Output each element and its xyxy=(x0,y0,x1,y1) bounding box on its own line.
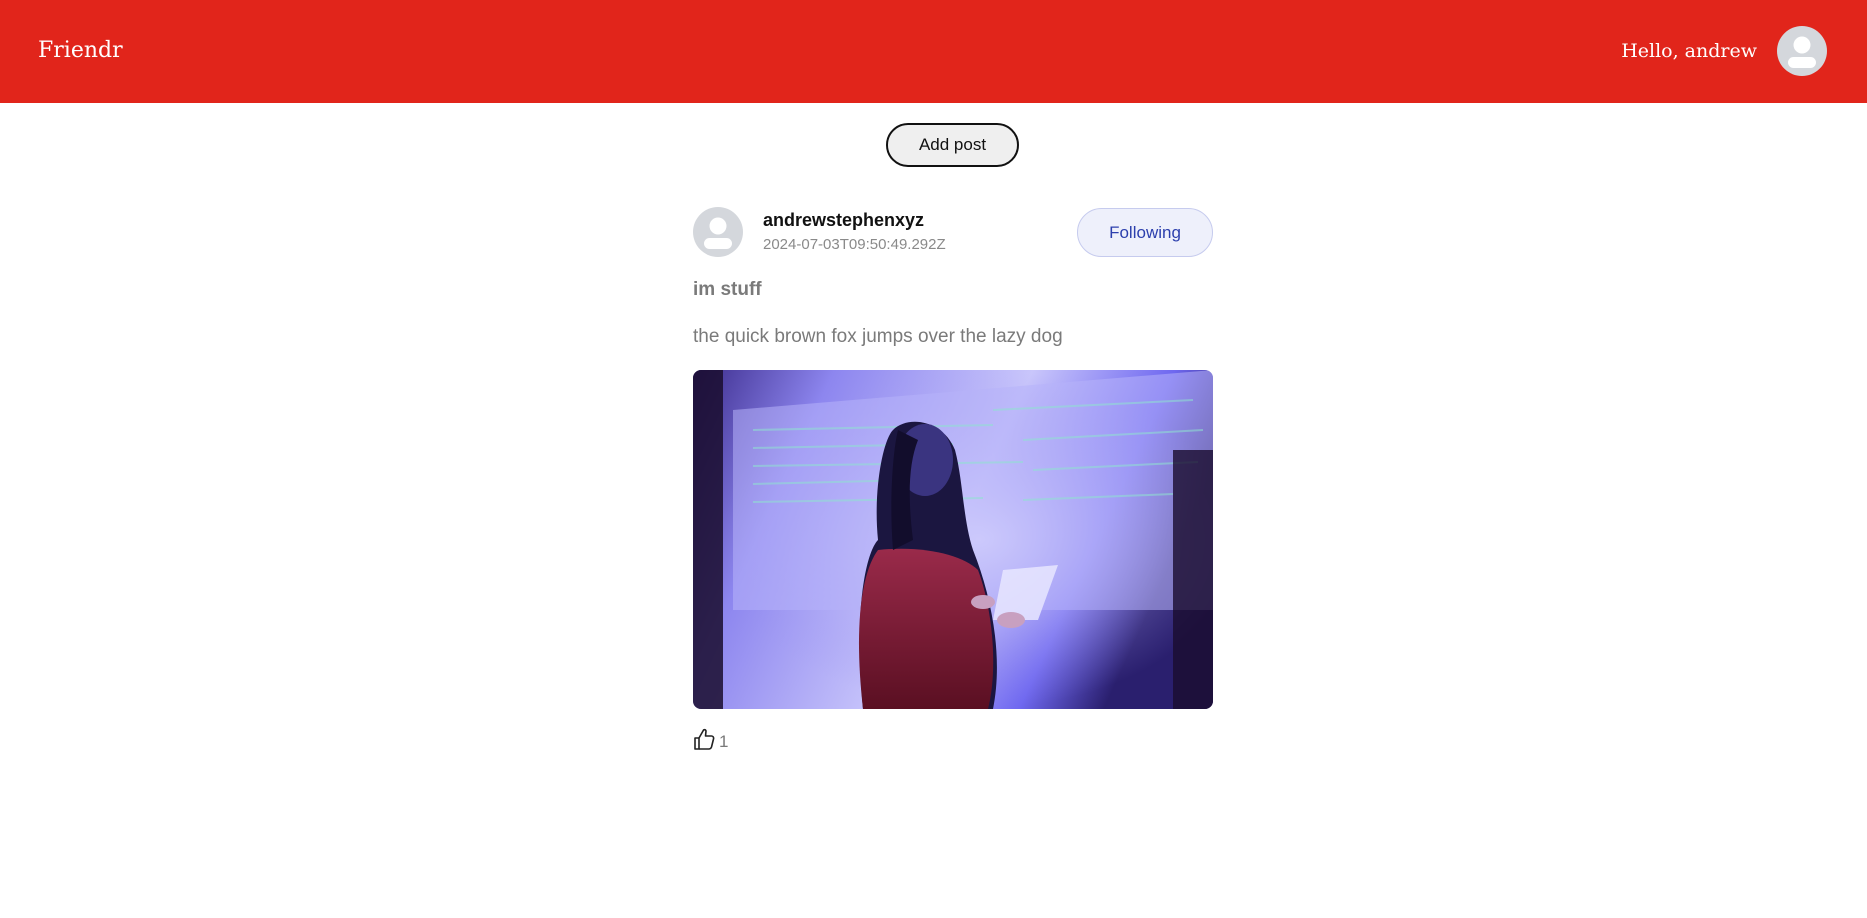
user-greeting: Hello, andrew xyxy=(1621,40,1757,62)
post-image xyxy=(693,370,1213,709)
post-timestamp: 2024-07-03T09:50:49.292Z xyxy=(763,236,946,253)
user-avatar-icon[interactable] xyxy=(1777,26,1827,76)
thumbs-up-icon[interactable] xyxy=(693,727,715,751)
user-avatar-icon[interactable] xyxy=(693,207,743,257)
post-author[interactable]: andrewstephenxyz xyxy=(763,209,924,231)
brand-logo[interactable]: Friendr xyxy=(38,36,123,66)
like-count: 1 xyxy=(719,732,729,751)
following-button[interactable]: Following xyxy=(1077,208,1213,257)
post-title: im stuff xyxy=(693,279,762,300)
like-section: 1 xyxy=(693,726,728,752)
top-navbar: Friendr Hello, andrew xyxy=(0,0,1867,103)
add-post-button[interactable]: Add post xyxy=(886,123,1019,167)
post-body-text: the quick brown fox jumps over the lazy … xyxy=(693,326,1063,347)
